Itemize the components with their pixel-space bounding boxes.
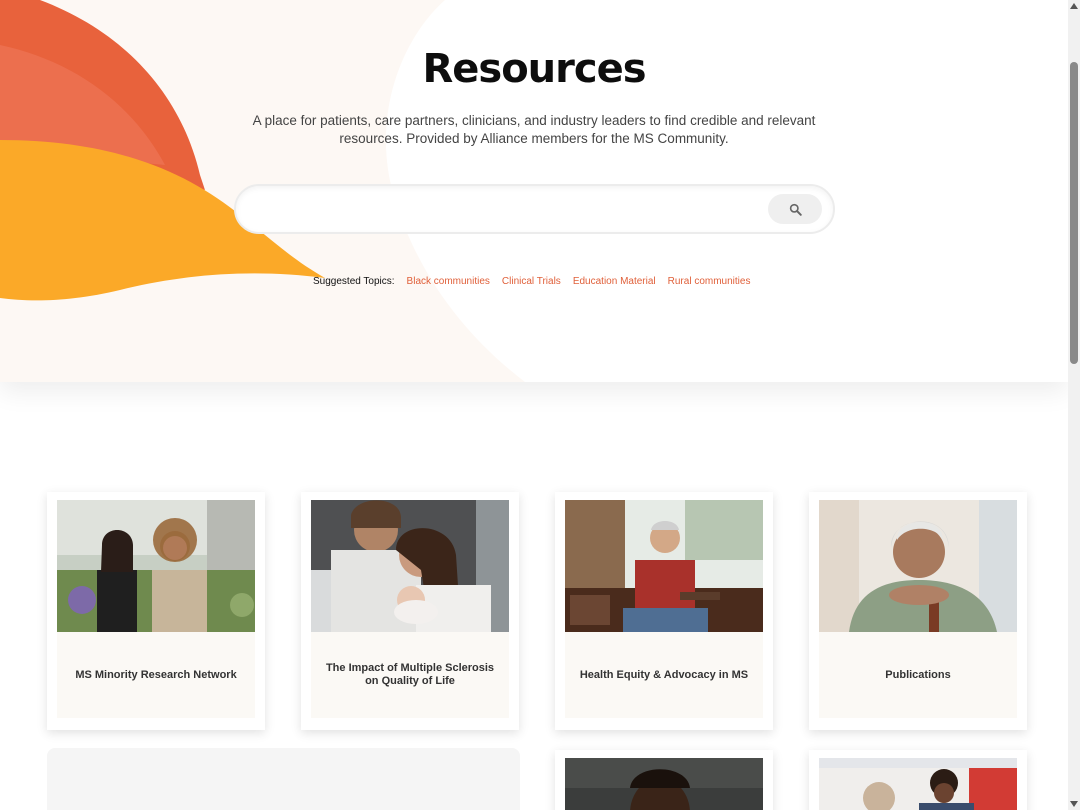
resource-card[interactable]: The Impact of Multiple Sclerosis on Qual… xyxy=(301,492,519,730)
search-icon xyxy=(789,203,802,216)
search-input[interactable] xyxy=(254,194,764,224)
search-bar xyxy=(234,184,835,234)
resource-card[interactable]: Publications xyxy=(809,492,1027,730)
hero-section: Resources A place for patients, care par… xyxy=(0,0,1068,382)
card-image xyxy=(819,758,1017,810)
card-body: The Impact of Multiple Sclerosis on Qual… xyxy=(311,632,509,718)
card-image xyxy=(311,500,509,632)
suggested-topics-label: Suggested Topics: xyxy=(313,276,395,287)
resource-card[interactable]: Health Equity & Advocacy in MS xyxy=(555,492,773,730)
scroll-up-arrow-icon[interactable] xyxy=(1070,2,1078,10)
card-title: Health Equity & Advocacy in MS xyxy=(579,668,749,681)
card-image xyxy=(565,500,763,632)
card-image xyxy=(819,500,1017,632)
resource-card[interactable]: MS Minority Research Network xyxy=(47,492,265,730)
topic-clinical-trials[interactable]: Clinical Trials xyxy=(502,276,561,287)
resource-card[interactable] xyxy=(555,750,773,810)
page-scrollbar[interactable] xyxy=(1068,0,1080,810)
card-body: Health Equity & Advocacy in MS xyxy=(565,632,763,718)
topic-education-material[interactable]: Education Material xyxy=(573,276,656,287)
card-body: Publications xyxy=(819,632,1017,718)
card-title: The Impact of Multiple Sclerosis on Qual… xyxy=(325,662,495,687)
topic-rural-communities[interactable]: Rural communities xyxy=(668,276,751,287)
topic-black-communities[interactable]: Black communities xyxy=(407,276,490,287)
card-image xyxy=(565,758,763,810)
card-body: MS Minority Research Network xyxy=(57,632,255,718)
suggested-topics: Suggested Topics: Black communities Clin… xyxy=(313,276,750,287)
page-title: Resources xyxy=(422,46,646,92)
search-button[interactable] xyxy=(768,194,822,224)
scroll-down-arrow-icon[interactable] xyxy=(1070,800,1078,808)
card-image xyxy=(57,500,255,632)
card-title: Publications xyxy=(885,668,951,681)
scrollbar-thumb[interactable] xyxy=(1070,62,1078,364)
resource-card[interactable] xyxy=(809,750,1027,810)
card-title: MS Minority Research Network xyxy=(75,668,237,681)
featured-panel xyxy=(47,748,520,810)
page-subtitle: A place for patients, care partners, cli… xyxy=(252,113,816,146)
